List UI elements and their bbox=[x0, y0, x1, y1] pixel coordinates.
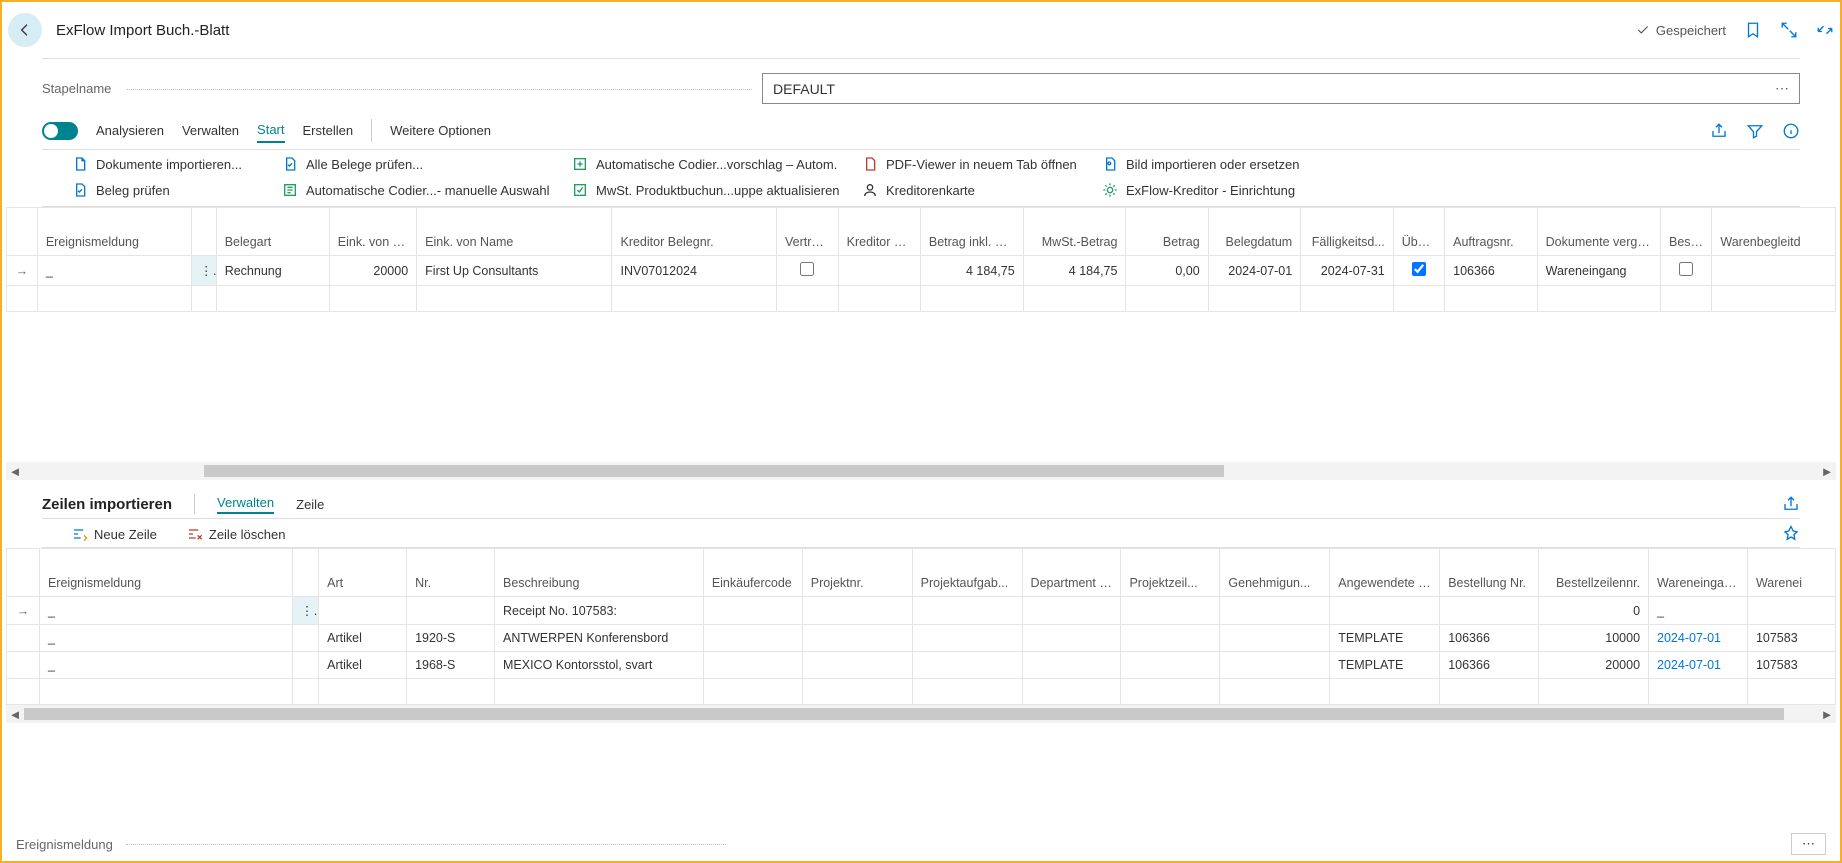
new-line-button[interactable]: Neue Zeile bbox=[72, 526, 157, 542]
row-menu[interactable]: ⋮ bbox=[192, 256, 217, 286]
tab-create[interactable]: Erstellen bbox=[303, 119, 354, 142]
detach-icon[interactable] bbox=[1780, 21, 1798, 39]
lines-section-title: Zeilen importieren bbox=[42, 496, 172, 513]
lines-tab-line[interactable]: Zeile bbox=[296, 497, 324, 512]
col-docdate[interactable]: Belegdatum bbox=[1208, 208, 1301, 256]
table-row[interactable]: → _ ⋮ Rechnung 20000 First Up Consultant… bbox=[7, 256, 1836, 286]
row-select-arrow[interactable]: → bbox=[7, 597, 40, 625]
lcol-recdate[interactable]: Wareneingan... bbox=[1649, 549, 1748, 597]
info-icon[interactable] bbox=[1782, 122, 1800, 140]
lcol-projtask[interactable]: Projektaufgab... bbox=[912, 549, 1022, 597]
batch-name-input[interactable]: DEFAULT ⋯ bbox=[762, 73, 1800, 104]
filter-icon[interactable] bbox=[1746, 122, 1764, 140]
lines-grid[interactable]: Ereignismeldung Art Nr. Beschreibung Ein… bbox=[6, 548, 1836, 705]
tab-manage[interactable]: Verwalten bbox=[182, 119, 239, 142]
lines-pin-icon[interactable] bbox=[1782, 525, 1800, 543]
lcol-recno[interactable]: Warenei bbox=[1747, 549, 1835, 597]
col-kreddoc[interactable]: Kreditor Belegnr. bbox=[612, 208, 776, 256]
batch-name-label: Stapelname bbox=[42, 81, 762, 96]
lcol-approver[interactable]: Genehmigun... bbox=[1220, 549, 1330, 597]
row-select-arrow[interactable]: → bbox=[7, 256, 38, 286]
col-amount[interactable]: Betrag bbox=[1126, 208, 1208, 256]
collapse-icon[interactable] bbox=[1816, 21, 1834, 39]
col-confidential[interactable]: Vertrauli... Beleg bbox=[776, 208, 838, 256]
action-vat-group-update[interactable]: MwSt. Produktbuchun...uppe aktualisieren bbox=[572, 182, 852, 198]
table-row[interactable]: →_⋮Receipt No. 107583:0_ bbox=[7, 597, 1836, 625]
col-orderno[interactable]: Auftragsnr. bbox=[1445, 208, 1538, 256]
lines-tab-manage[interactable]: Verwalten bbox=[217, 495, 274, 514]
lcol-project[interactable]: Projektnr. bbox=[802, 549, 912, 597]
action-auto-coding-manual[interactable]: Automatische Codier...- manuelle Auswahl bbox=[282, 182, 562, 198]
saved-indicator: Gespeichert bbox=[1636, 23, 1726, 38]
action-pdf-viewer[interactable]: PDF-Viewer in neuem Tab öffnen bbox=[862, 156, 1092, 172]
col-duedate[interactable]: Fälligkeitsd... bbox=[1301, 208, 1394, 256]
action-import-image[interactable]: Bild importieren oder ersetzen bbox=[1102, 156, 1332, 172]
tab-analyze[interactable]: Analysieren bbox=[96, 119, 164, 142]
orderauto-checkbox[interactable] bbox=[1679, 262, 1693, 276]
bookmark-icon[interactable] bbox=[1744, 21, 1762, 39]
main-grid[interactable]: Ereignismeldung Belegart Eink. von Kred.… bbox=[6, 207, 1836, 312]
share-icon[interactable] bbox=[1710, 122, 1728, 140]
col-kreddoc2[interactable]: Kreditor Belegnr. 2 bbox=[838, 208, 920, 256]
lcol-dept[interactable]: Department Code bbox=[1022, 549, 1121, 597]
action-vendor-card[interactable]: Kreditorenkarte bbox=[862, 182, 1092, 198]
col-vat[interactable]: MwSt.-Betrag bbox=[1023, 208, 1126, 256]
back-button[interactable] bbox=[8, 13, 42, 47]
lcol-art[interactable]: Art bbox=[319, 549, 407, 597]
action-verify-document[interactable]: Beleg prüfen bbox=[72, 182, 272, 198]
delete-line-button[interactable]: Zeile löschen bbox=[187, 526, 286, 542]
col-vendno[interactable]: Eink. von Kred.-Nr. bbox=[329, 208, 416, 256]
footer-more-menu[interactable]: ⋯ bbox=[1791, 833, 1826, 855]
row-select-arrow[interactable] bbox=[7, 652, 40, 679]
lcol-appliedapp[interactable]: Angewendete Genehmigun... bbox=[1330, 549, 1440, 597]
confidential-checkbox[interactable] bbox=[800, 262, 814, 276]
table-row[interactable]: _Artikel1920-SANTWERPEN KonferensbordTEM… bbox=[7, 625, 1836, 652]
row-menu[interactable] bbox=[292, 652, 318, 679]
action-auto-coding-suggest[interactable]: Automatische Codier...vorschlag – Autom. bbox=[572, 156, 852, 172]
table-row[interactable]: _Artikel1968-SMEXICO Kontorsstol, svartT… bbox=[7, 652, 1836, 679]
col-vendname[interactable]: Eink. von Name bbox=[417, 208, 612, 256]
lines-hscrollbar[interactable]: ◄ ► bbox=[6, 705, 1836, 723]
lcol-poline[interactable]: Bestellzeilennr. bbox=[1539, 549, 1649, 597]
main-hscrollbar[interactable]: ◄ ► bbox=[6, 462, 1836, 480]
page-title: ExFlow Import Buch.-Blatt bbox=[56, 22, 229, 39]
lcol-projline[interactable]: Projektzeil... bbox=[1121, 549, 1220, 597]
action-import-documents[interactable]: Dokumente importieren... bbox=[72, 156, 272, 172]
col-event[interactable]: Ereignismeldung bbox=[37, 208, 191, 256]
row-menu[interactable]: ⋮ bbox=[292, 597, 318, 625]
tab-more-options[interactable]: Weitere Optionen bbox=[371, 119, 491, 142]
analyze-toggle[interactable] bbox=[42, 122, 78, 140]
col-amtincl[interactable]: Betrag inkl. MwSt. bbox=[920, 208, 1023, 256]
tab-start[interactable]: Start bbox=[257, 118, 284, 143]
lcol-desc[interactable]: Beschreibung bbox=[494, 549, 703, 597]
col-compare[interactable]: Dokumente vergleichen mit bbox=[1537, 208, 1660, 256]
col-matchord[interactable]: Übe... mit Best... bbox=[1393, 208, 1444, 256]
col-shipment[interactable]: Warenbegleitd bbox=[1712, 208, 1836, 256]
lcol-nr[interactable]: Nr. bbox=[407, 549, 495, 597]
action-exflow-vendor-setup[interactable]: ExFlow-Kreditor - Einrichtung bbox=[1102, 182, 1332, 198]
lcol-event[interactable]: Ereignismeldung bbox=[39, 549, 292, 597]
lcol-ponum[interactable]: Bestellung Nr. bbox=[1440, 549, 1539, 597]
col-ordauto[interactable]: Best... aut... em... bbox=[1661, 208, 1712, 256]
batch-lookup-icon[interactable]: ⋯ bbox=[1775, 80, 1789, 97]
footer-event-label: Ereignismeldung bbox=[16, 837, 736, 852]
lcol-buyer[interactable]: Einkäufercode bbox=[703, 549, 802, 597]
row-menu[interactable] bbox=[292, 625, 318, 652]
lines-share-icon[interactable] bbox=[1782, 495, 1800, 513]
row-select-arrow[interactable] bbox=[7, 625, 40, 652]
col-doctype[interactable]: Belegart bbox=[216, 208, 329, 256]
matchorder-checkbox[interactable] bbox=[1412, 262, 1426, 276]
action-verify-all[interactable]: Alle Belege prüfen... bbox=[282, 156, 562, 172]
